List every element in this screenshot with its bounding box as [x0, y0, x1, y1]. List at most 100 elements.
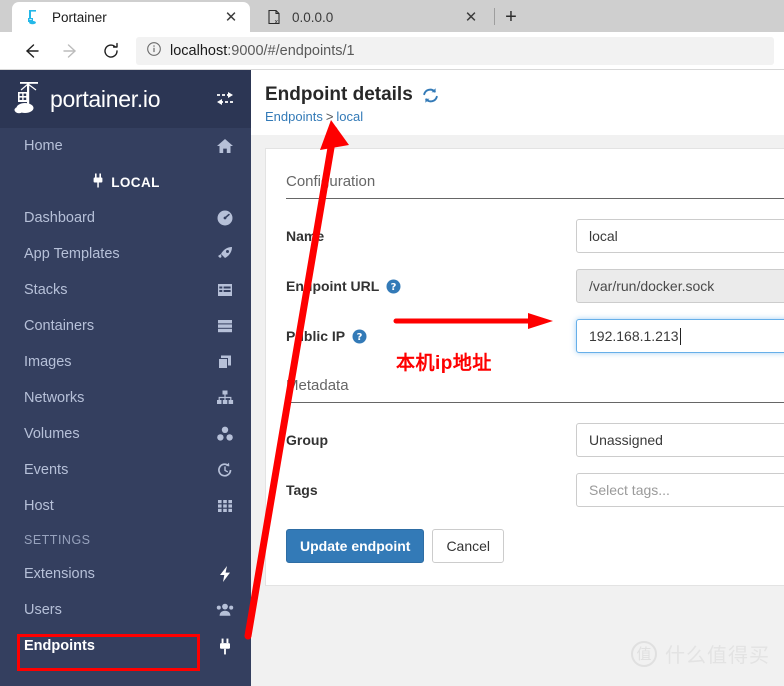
sidebar: portainer.io Home LOCAL Dashboard App Te…	[0, 70, 251, 686]
close-icon[interactable]: ✕	[462, 8, 480, 26]
sidebar-item-label: Users	[24, 602, 62, 618]
url-text: localhost:9000/#/endpoints/1	[170, 43, 355, 59]
cancel-button[interactable]: Cancel	[432, 529, 505, 563]
networks-icon	[215, 388, 235, 408]
breadcrumb-current[interactable]: local	[336, 109, 363, 124]
tags-select[interactable]: Select tags...	[576, 473, 784, 507]
public-ip-value: 192.168.1.213	[589, 328, 679, 344]
breadcrumb: Endpoints > local	[265, 109, 784, 124]
svg-text:?: ?	[357, 332, 363, 343]
name-input-value: local	[589, 228, 618, 244]
close-icon[interactable]: ✕	[222, 8, 240, 26]
page-header: Endpoint details Endpoints > local	[251, 70, 784, 135]
help-circle-icon[interactable]: ?	[386, 279, 401, 294]
endpoint-form-card: Configuration Name local Endpoint URL ?	[265, 148, 784, 586]
name-label-text: Name	[286, 228, 325, 244]
form-row-endpoint-url: Endpoint URL ? /var/run/docker.sock	[286, 269, 784, 303]
browser-tab-0-0-0-0[interactable]: x 0.0.0.0 ✕	[252, 2, 490, 32]
sidebar-item-app-templates[interactable]: App Templates	[0, 236, 251, 272]
sidebar-item-stacks[interactable]: Stacks	[0, 272, 251, 308]
form-row-tags: Tags Select tags...	[286, 473, 784, 507]
forward-button[interactable]	[54, 34, 88, 68]
public-ip-label: Public IP ?	[286, 328, 576, 344]
reload-button[interactable]	[94, 34, 128, 68]
plug-icon	[91, 173, 105, 191]
bolt-icon	[215, 564, 235, 584]
back-button[interactable]	[14, 34, 48, 68]
volumes-icon	[215, 424, 235, 444]
portainer-logo-icon	[14, 80, 48, 118]
sidebar-item-label: App Templates	[24, 246, 120, 262]
sidebar-item-label: Dashboard	[24, 210, 95, 226]
sidebar-item-users[interactable]: Users	[0, 592, 251, 628]
tab-strip: Portainer ✕ x 0.0.0.0 ✕ +	[0, 0, 784, 32]
group-select[interactable]: Unassigned	[576, 423, 784, 457]
text-caret	[679, 327, 681, 345]
sidebar-item-label: Endpoints	[24, 638, 95, 654]
sidebar-item-label: Images	[24, 354, 72, 370]
sidebar-brand[interactable]: portainer.io	[0, 70, 251, 128]
sidebar-item-volumes[interactable]: Volumes	[0, 416, 251, 452]
sidebar-item-label: Home	[24, 138, 63, 154]
rocket-icon	[215, 244, 235, 264]
help-circle-icon[interactable]: ?	[352, 329, 367, 344]
sidebar-item-dashboard[interactable]: Dashboard	[0, 200, 251, 236]
public-ip-input[interactable]: 192.168.1.213	[576, 319, 784, 353]
sidebar-item-label: Containers	[24, 318, 95, 334]
info-circle-icon[interactable]	[146, 41, 162, 62]
sidebar-item-label: Networks	[24, 390, 85, 406]
sidebar-item-endpoints[interactable]: Endpoints	[0, 628, 251, 664]
form-row-group: Group Unassigned	[286, 423, 784, 457]
tags-label-text: Tags	[286, 482, 318, 498]
tags-placeholder: Select tags...	[589, 482, 670, 498]
sidebar-item-label: Extensions	[24, 566, 95, 582]
form-row-public-ip: Public IP ? 192.168.1.213	[286, 319, 784, 353]
sidebar-item-label: Volumes	[24, 426, 80, 442]
address-bar[interactable]: localhost:9000/#/endpoints/1	[136, 37, 774, 65]
events-icon	[215, 460, 235, 480]
users-icon	[215, 600, 235, 620]
page-title-text: Endpoint details	[265, 84, 413, 105]
form-actions: Update endpoint Cancel	[286, 529, 784, 563]
endpoint-url-label-text: Endpoint URL	[286, 278, 380, 294]
host-icon	[215, 496, 235, 516]
sidebar-item-extensions[interactable]: Extensions	[0, 556, 251, 592]
sidebar-item-label: Events	[24, 462, 69, 478]
stacks-icon	[215, 280, 235, 300]
configuration-section-title: Configuration	[286, 173, 784, 199]
tags-label: Tags	[286, 482, 576, 498]
url-path: :9000/#/endpoints/1	[227, 43, 355, 59]
new-tab-button[interactable]: +	[500, 6, 522, 28]
group-label: Group	[286, 432, 576, 448]
svg-text:?: ?	[391, 282, 397, 293]
tab-divider	[494, 8, 495, 25]
browser-tab-portainer[interactable]: Portainer ✕	[12, 2, 250, 32]
sidebar-item-host[interactable]: Host	[0, 488, 251, 524]
brand-label: portainer.io	[50, 85, 161, 112]
watermark-text: 什么值得买	[665, 645, 770, 667]
home-icon	[215, 136, 235, 156]
breadcrumb-root[interactable]: Endpoints	[265, 109, 323, 124]
sidebar-item-label: Stacks	[24, 282, 68, 298]
update-endpoint-button[interactable]: Update endpoint	[286, 529, 425, 563]
metadata-section-title: Metadata	[286, 377, 784, 403]
sidebar-item-home[interactable]: Home	[0, 128, 251, 164]
breadcrumb-separator: >	[325, 109, 334, 124]
endpoint-url-value: /var/run/docker.sock	[589, 278, 715, 294]
main-content: Endpoint details Endpoints > local Configu…	[251, 70, 784, 686]
watermark-mark: 值	[631, 640, 657, 667]
sidebar-item-networks[interactable]: Networks	[0, 380, 251, 416]
sidebar-item-events[interactable]: Events	[0, 452, 251, 488]
sidebar-section-settings: SETTINGS	[24, 533, 91, 547]
refresh-icon[interactable]	[421, 86, 440, 105]
endpoint-url-input[interactable]: /var/run/docker.sock	[576, 269, 784, 303]
sidebar-item-images[interactable]: Images	[0, 344, 251, 380]
dashboard-icon	[215, 208, 235, 228]
svg-text:x: x	[275, 19, 279, 26]
tab-title: Portainer	[52, 9, 107, 25]
plug-icon	[215, 636, 235, 656]
sidebar-item-containers[interactable]: Containers	[0, 308, 251, 344]
name-input[interactable]: local	[576, 219, 784, 253]
group-value: Unassigned	[589, 432, 663, 448]
collapse-sidebar-icon[interactable]	[213, 87, 237, 111]
